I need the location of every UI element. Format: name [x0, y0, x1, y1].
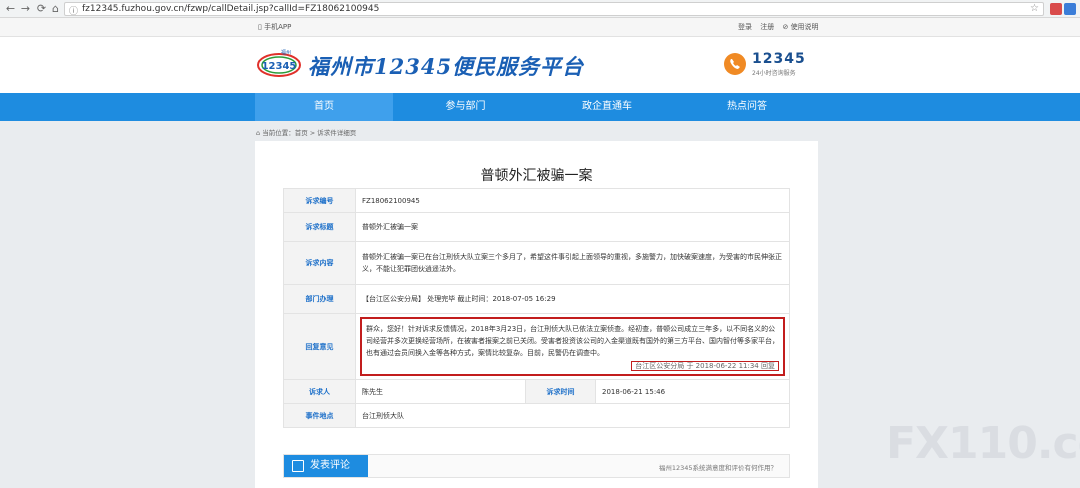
- detail-panel: 普顿外汇被骗一案 诉求编号 FZ18062100945 诉求标题 普顿外汇被骗一…: [255, 141, 818, 488]
- request-time-label: 诉求时间: [525, 379, 596, 404]
- reload-icon[interactable]: ⟳: [35, 2, 48, 15]
- register-link[interactable]: 注册: [760, 23, 774, 31]
- logo-text: 福州: [281, 49, 291, 56]
- back-icon[interactable]: ←: [4, 2, 17, 15]
- table-row: 部门办理 【台江区公安分局】 处理完毕 截止时间：2018-07-05 16:2…: [283, 284, 790, 314]
- extension-red-icon[interactable]: [1050, 3, 1062, 15]
- help-link[interactable]: ⊘ 使用说明: [782, 23, 824, 31]
- reply-highlight-box: 群众，您好！针对诉求反馈情况，2018年3月23日，台江刑侦大队已依法立案侦查。…: [360, 317, 785, 376]
- requester-value: 陈先生: [355, 379, 526, 404]
- post-comment-label: 发表评论: [310, 460, 350, 471]
- site-header: 12345 福州 福州市12345便民服务平台 12345 24小时咨询服务: [0, 37, 1080, 93]
- reply-label: 回复意见: [283, 313, 356, 380]
- nav-departments[interactable]: 参与部门: [393, 93, 538, 121]
- home-icon[interactable]: ⌂: [49, 2, 62, 15]
- main-nav: 首页 参与部门 政企直通车 热点问答: [0, 93, 1080, 121]
- table-row: 诉求编号 FZ18062100945: [283, 188, 790, 213]
- help-label: 使用说明: [790, 23, 819, 31]
- reply-cell: 群众，您好！针对诉求反馈情况，2018年3月23日，台江刑侦大队已依法立案侦查。…: [355, 313, 790, 380]
- breadcrumb: ⌂ 当前位置：首页 > 诉求件详细页: [256, 129, 357, 137]
- mobile-app-label: 手机APP: [264, 23, 292, 31]
- subject-label: 诉求标题: [283, 212, 356, 242]
- content-label: 诉求内容: [283, 241, 356, 285]
- number-label: 诉求编号: [283, 188, 356, 213]
- login-link[interactable]: 登录: [738, 23, 752, 31]
- nav-hot-qa[interactable]: 热点问答: [676, 93, 818, 121]
- site-title[interactable]: 福州市12345便民服务平台: [308, 51, 584, 81]
- page-title: 普顿外汇被骗一案: [480, 168, 593, 184]
- content-value: 普顿外汇被骗一案已在台江刑侦大队立案三个多月了，希望这件事引起上面领导的重视，多…: [355, 241, 790, 285]
- site-logo-emblem[interactable]: 12345 福州: [256, 45, 302, 79]
- table-row: 诉求标题 普顿外汇被骗一案: [283, 212, 790, 242]
- edit-icon: [292, 460, 304, 472]
- mobile-app-link[interactable]: ▯ 手机APP: [258, 22, 291, 32]
- address-bar[interactable]: ⓘ fz12345.fuzhou.gov.cn/fzwp/callDetail.…: [64, 2, 1044, 17]
- number-value: FZ18062100945: [355, 188, 790, 213]
- reply-footer: 台江区公安分局 于 2018-06-22 11:34 回复: [366, 360, 779, 372]
- logo-number: 12345: [262, 61, 297, 72]
- browser-toolbar: ← → ⟳ ⌂ ⓘ fz12345.fuzhou.gov.cn/fzwp/cal…: [0, 0, 1080, 18]
- reply-attribution: 台江区公安分局 于 2018-06-22 11:34 回复: [631, 361, 779, 371]
- comment-section-header: 发表评论 福州12345系统满意度和评价有何作用？: [283, 454, 790, 478]
- detail-table: 诉求编号 FZ18062100945 诉求标题 普顿外汇被骗一案 诉求内容 普顿…: [283, 188, 790, 428]
- top-utility-bar: ▯ 手机APP 登录 注册 ⊘ 使用说明: [0, 18, 1080, 37]
- hotline-number: 12345: [752, 51, 806, 67]
- table-row: 回复意见 群众，您好！针对诉求反馈情况，2018年3月23日，台江刑侦大队已依法…: [283, 313, 790, 380]
- table-row: 诉求人 陈先生 诉求时间 2018-06-21 15:46: [283, 379, 790, 404]
- breadcrumb-text[interactable]: 当前位置：首页 > 诉求件详细页: [262, 129, 356, 137]
- extension-blue-icon[interactable]: [1064, 3, 1076, 15]
- request-time-value: 2018-06-21 15:46: [595, 379, 790, 404]
- post-comment-tab[interactable]: 发表评论: [284, 455, 368, 477]
- hotline-subtitle: 24小时咨询服务: [752, 70, 796, 77]
- location-label: 事件地点: [283, 403, 356, 428]
- table-row: 事件地点 台江刑侦大队: [283, 403, 790, 428]
- table-row: 诉求内容 普顿外汇被骗一案已在台江刑侦大队立案三个多月了，希望这件事引起上面领导…: [283, 241, 790, 285]
- department-value: 【台江区公安分局】 处理完毕 截止时间：2018-07-05 16:29: [355, 284, 790, 314]
- page-info-icon[interactable]: ⓘ: [69, 4, 78, 17]
- watermark: FX110.com: [886, 418, 1080, 469]
- satisfaction-help-link[interactable]: 福州12345系统满意度和评价有何作用？: [659, 462, 777, 472]
- subject-value: 普顿外汇被骗一案: [355, 212, 790, 242]
- bookmark-star-icon[interactable]: ☆: [1030, 3, 1039, 14]
- forward-icon[interactable]: →: [19, 2, 32, 15]
- nav-enterprise-express[interactable]: 政企直通车: [538, 93, 676, 121]
- location-value: 台江刑侦大队: [355, 403, 790, 428]
- requester-label: 诉求人: [283, 379, 356, 404]
- phone-icon: [724, 53, 746, 75]
- url-text[interactable]: fz12345.fuzhou.gov.cn/fzwp/callDetail.js…: [82, 4, 379, 14]
- reply-text: 群众，您好！针对诉求反馈情况，2018年3月23日，台江刑侦大队已依法立案侦查。…: [366, 325, 779, 357]
- account-links: 登录 注册 ⊘ 使用说明: [738, 22, 831, 32]
- department-label: 部门办理: [283, 284, 356, 314]
- nav-home[interactable]: 首页: [255, 93, 393, 121]
